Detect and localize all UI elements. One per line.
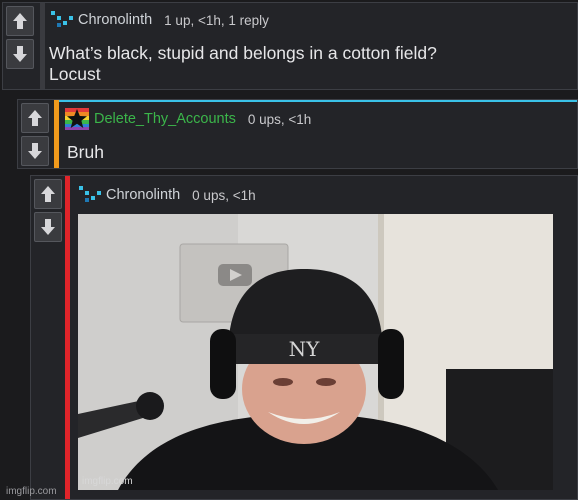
comment-author[interactable]: Delete_Thy_Accounts bbox=[94, 111, 236, 127]
comment-author[interactable]: Chronolinth bbox=[78, 12, 152, 28]
comment-1: Chronolinth 1 up, <1h, 1 reply What’s bl… bbox=[2, 2, 578, 90]
arrow-down-icon bbox=[41, 219, 55, 235]
comment-image[interactable]: NY imgflip.com bbox=[78, 214, 553, 490]
thread-accent-bar bbox=[40, 3, 45, 89]
arrow-up-icon bbox=[41, 186, 55, 202]
reply-accent-bar bbox=[65, 176, 70, 499]
downvote-button[interactable] bbox=[21, 136, 49, 166]
comment-body: Bruh bbox=[67, 142, 104, 162]
downvote-button[interactable] bbox=[34, 212, 62, 242]
comment-2: Delete_Thy_Accounts 0 ups, <1h Bruh bbox=[17, 99, 578, 169]
arrow-up-icon bbox=[28, 110, 42, 126]
comment-header: Chronolinth 0 ups, <1h bbox=[79, 185, 256, 205]
upvote-button[interactable] bbox=[6, 6, 34, 36]
rainbow-star-icon bbox=[65, 108, 89, 130]
comment-header: Delete_Thy_Accounts 0 ups, <1h bbox=[65, 108, 312, 130]
reply-accent-bar bbox=[54, 100, 59, 168]
comment-meta: 1 up, <1h, 1 reply bbox=[164, 12, 269, 28]
pixel-logo-icon bbox=[79, 186, 101, 202]
vote-controls bbox=[31, 176, 64, 242]
comment-meta: 0 ups, <1h bbox=[192, 187, 256, 203]
upvote-button[interactable] bbox=[21, 103, 49, 133]
comment-body: What’s black, stupid and belongs in a co… bbox=[49, 43, 437, 85]
upvote-button[interactable] bbox=[34, 179, 62, 209]
arrow-down-icon bbox=[13, 46, 27, 62]
comment-author[interactable]: Chronolinth bbox=[106, 187, 180, 203]
comment-text-line: What’s black, stupid and belongs in a co… bbox=[49, 43, 437, 63]
image-watermark: imgflip.com bbox=[82, 476, 133, 487]
comment-meta: 0 ups, <1h bbox=[247, 111, 312, 127]
comment-header: Chronolinth 1 up, <1h, 1 reply bbox=[51, 10, 269, 30]
site-watermark: imgflip.com bbox=[6, 486, 57, 497]
comment-text-line: Locust bbox=[49, 64, 101, 84]
vote-controls bbox=[18, 100, 51, 166]
downvote-button[interactable] bbox=[6, 39, 34, 69]
vote-controls bbox=[3, 3, 36, 69]
meme-photo: NY bbox=[78, 214, 553, 490]
svg-text:NY: NY bbox=[289, 337, 321, 361]
pixel-logo-icon bbox=[51, 11, 73, 27]
arrow-up-icon bbox=[13, 13, 27, 29]
reply-top-line bbox=[59, 100, 577, 102]
arrow-down-icon bbox=[28, 143, 42, 159]
